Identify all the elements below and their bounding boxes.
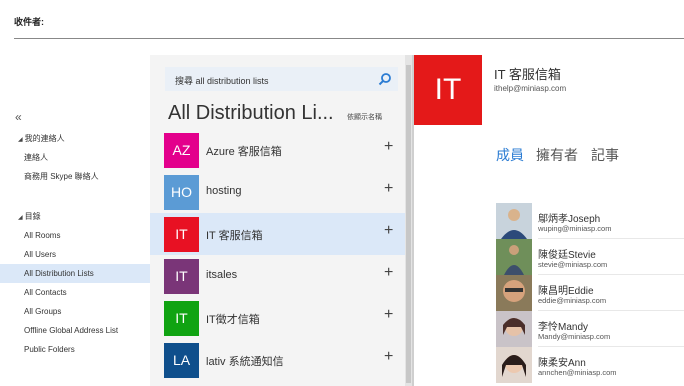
list-title: All Distribution Li... xyxy=(168,102,334,124)
avatar xyxy=(496,347,532,383)
avatar xyxy=(496,311,532,347)
member-row[interactable]: 李怜Mandy Mandy@miniasp.com xyxy=(496,311,684,347)
expand-triangle-icon: ◢ xyxy=(18,137,23,143)
add-icon[interactable]: + xyxy=(384,306,393,324)
nav-item-all-rooms[interactable]: All Rooms xyxy=(0,226,150,245)
add-icon[interactable]: + xyxy=(384,348,393,366)
list-item[interactable]: HO hosting + xyxy=(150,171,405,213)
nav-section-label: 目錄 xyxy=(24,212,41,221)
list-item[interactable]: AZ Azure 客服信箱 + xyxy=(150,129,405,171)
scroll-thumb[interactable] xyxy=(406,65,411,383)
group-tile: AZ xyxy=(164,133,199,168)
group-display-name: IT 客服信箱 xyxy=(494,67,561,82)
member-name: 鄔炳孝Joseph xyxy=(538,214,601,225)
add-icon[interactable]: + xyxy=(384,138,393,156)
group-tile: LA xyxy=(164,343,199,378)
group-email: ithelp@miniasp.com xyxy=(494,84,567,93)
nav-section-directory[interactable]: ◢ 目錄 xyxy=(18,211,41,222)
member-name: 陳柔安Ann xyxy=(538,358,586,369)
member-name: 陳昌明Eddie xyxy=(538,286,594,297)
group-name: IT 客服信箱 xyxy=(206,230,263,242)
avatar xyxy=(496,203,532,239)
avatar xyxy=(496,275,532,311)
group-avatar: IT xyxy=(414,55,482,125)
member-email: stevie@miniasp.com xyxy=(538,260,608,269)
nav-item-all-groups[interactable]: All Groups xyxy=(0,302,150,321)
member-name: 陳俊廷Stevie xyxy=(538,250,596,261)
list-item[interactable]: LA lativ 系統通知信 + xyxy=(150,339,405,381)
nav-item-all-users[interactable]: All Users xyxy=(0,245,150,264)
nav-item-offline-gal[interactable]: Offline Global Address List xyxy=(0,321,150,340)
nav-section-label: 我的連絡人 xyxy=(24,134,65,143)
sort-by-display-name[interactable]: 依顯示名稱 xyxy=(347,112,382,122)
list-item[interactable]: IT itsales + xyxy=(150,255,405,297)
tab-members[interactable]: 成員 xyxy=(496,145,524,165)
member-email: eddie@miniasp.com xyxy=(538,296,607,305)
add-icon[interactable]: + xyxy=(384,222,393,240)
nav-item-all-contacts[interactable]: All Contacts xyxy=(0,283,150,302)
member-row[interactable]: 陳俊廷Stevie stevie@miniasp.com xyxy=(496,239,684,275)
member-name: 李怜Mandy xyxy=(538,322,589,333)
nav-section-my-contacts[interactable]: ◢ 我的連絡人 xyxy=(18,133,65,144)
avatar xyxy=(496,239,532,275)
add-icon[interactable]: + xyxy=(384,264,393,282)
group-name: itsales xyxy=(206,269,238,281)
member-email: annchen@miniasp.com xyxy=(538,368,617,377)
group-name: lativ 系統通知信 xyxy=(206,356,284,368)
group-tile: HO xyxy=(164,175,199,210)
distribution-list-pane: 搜尋 all distribution lists All Distributi… xyxy=(150,55,412,386)
group-name: hosting xyxy=(206,185,242,197)
group-name: Azure 客服信箱 xyxy=(206,146,282,158)
list-scrollbar[interactable] xyxy=(405,55,412,386)
recipient-bar: 收件者: xyxy=(0,0,684,42)
group-name: IT徵才信箱 xyxy=(206,314,260,326)
nav-item-skype-contacts[interactable]: 商務用 Skype 聯絡人 xyxy=(0,167,150,186)
search-icon[interactable] xyxy=(378,72,392,86)
nav-item-all-distribution-lists[interactable]: All Distribution Lists xyxy=(0,264,150,283)
tab-notes[interactable]: 記事 xyxy=(591,145,619,165)
search-input[interactable]: 搜尋 all distribution lists xyxy=(175,74,269,87)
member-email: Mandy@miniasp.com xyxy=(538,332,611,341)
group-detail-pane: IT IT 客服信箱 ithelp@miniasp.com 成員 擁有者 記事 … xyxy=(414,55,684,386)
nav-item-public-folders[interactable]: Public Folders xyxy=(0,340,150,359)
member-row[interactable]: 陳柔安Ann annchen@miniasp.com xyxy=(496,347,684,383)
expand-triangle-icon: ◢ xyxy=(18,215,23,221)
list-item[interactable]: IT IT徵才信箱 + xyxy=(150,297,405,339)
list-item[interactable]: IT IT 客服信箱 + xyxy=(150,213,405,255)
member-row[interactable]: 陳昌明Eddie eddie@miniasp.com xyxy=(496,275,684,311)
tab-owners[interactable]: 擁有者 xyxy=(536,145,578,165)
search-box[interactable]: 搜尋 all distribution lists xyxy=(165,67,398,91)
group-tile: IT xyxy=(164,259,199,294)
member-row[interactable]: 鄔炳孝Joseph wuping@miniasp.com xyxy=(496,203,684,239)
collapse-nav-icon[interactable]: « xyxy=(15,110,22,124)
add-icon[interactable]: + xyxy=(384,180,393,198)
recipient-label: 收件者: xyxy=(14,17,44,27)
group-tile: IT xyxy=(164,217,199,252)
recipient-field-underline[interactable] xyxy=(14,38,684,39)
nav-item-contacts[interactable]: 連絡人 xyxy=(0,148,150,167)
group-tile: IT xyxy=(164,301,199,336)
member-email: wuping@miniasp.com xyxy=(538,224,612,233)
left-nav: « ◢ 我的連絡人 連絡人 商務用 Skype 聯絡人 ◢ 目錄 All Rooms… xyxy=(0,42,150,386)
